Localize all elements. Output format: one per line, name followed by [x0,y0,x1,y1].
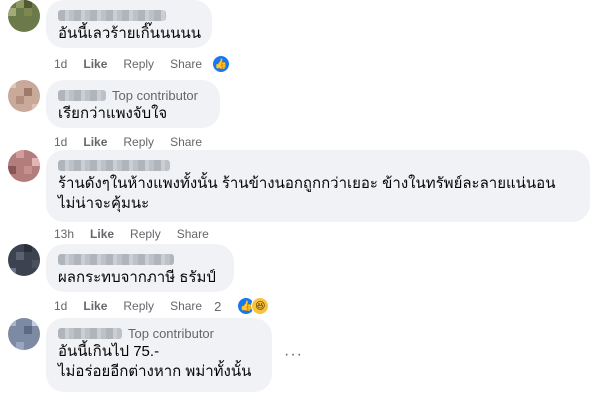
like-icon[interactable]: 👍 [212,55,231,73]
timestamp[interactable]: 13h [54,227,74,241]
avatar[interactable] [8,318,40,350]
top-contributor-badge: Top contributor [128,325,214,341]
commenter-name[interactable] [58,9,166,21]
timestamp[interactable]: 1d [54,135,67,149]
reaction-count[interactable]: 2 [214,299,221,314]
reply-button[interactable]: Reply [123,299,154,313]
avatar[interactable] [8,80,40,112]
comment-actions: 13h Like Reply Share [54,226,225,242]
comment-bubble: Top contributor เรียกว่าแพงจับใจ [46,80,220,128]
comment-actions: 1d Like Reply Share 👍 [54,55,246,73]
share-button[interactable]: Share [170,299,202,313]
avatar[interactable] [8,150,40,182]
share-button[interactable]: Share [177,227,209,241]
avatar[interactable] [8,244,40,276]
like-button[interactable]: Like [83,57,107,71]
share-button[interactable]: Share [170,57,202,71]
comment-bubble: ผลกระทบจากภาษี ธรัมป์ [46,244,234,292]
reply-button[interactable]: Reply [130,227,161,241]
haha-icon[interactable]: 😆 [251,297,270,315]
comment-text-line-1: อันนี้เกินไป 75.- [58,343,160,360]
comment-text-line-1: ร้านดังๆในห้างแพงทั้งนั้น ร้านข้างนอกถูก… [58,175,556,192]
commenter-name[interactable] [58,89,106,101]
timestamp[interactable]: 1d [54,299,67,313]
like-button[interactable]: Like [90,227,114,241]
commenter-name[interactable] [58,159,170,171]
comment-bubble: ร้านดังๆในห้างแพงทั้งนั้น ร้านข้างนอกถูก… [46,150,590,222]
share-button[interactable]: Share [170,135,202,149]
comment-text: ผลกระทบจากภาษี ธรัมป์ [58,269,216,286]
avatar[interactable] [8,0,40,32]
commenter-name[interactable] [58,327,122,339]
like-button[interactable]: Like [83,135,107,149]
like-button[interactable]: Like [83,299,107,313]
comment-bubble: Top contributor อันนี้เกินไป 75.- ไม่อร่… [46,318,272,392]
comment-actions: 1d Like Reply Share 2 👍 😆 [54,297,285,315]
comment-text: เรียกว่าแพงจับใจ [58,105,168,122]
more-options-icon[interactable]: ··· [284,346,303,364]
comment-text: อันนี้เลวร้ายเกิ๊นนนนน [58,25,202,42]
comment-text-line-2: ไม่น่าจะคุ้มนะ [58,195,150,212]
reply-button[interactable]: Reply [123,135,154,149]
comment-text-line-2: ไม่อร่อยอีกต่างหาก พม่าทั้งนั้น [58,363,252,380]
comment-actions: 1d Like Reply Share [54,134,218,150]
comment-bubble: อันนี้เลวร้ายเกิ๊นนนนน [46,0,212,48]
commenter-name[interactable] [58,253,174,265]
reply-button[interactable]: Reply [123,57,154,71]
timestamp[interactable]: 1d [54,57,67,71]
top-contributor-badge: Top contributor [112,87,198,103]
